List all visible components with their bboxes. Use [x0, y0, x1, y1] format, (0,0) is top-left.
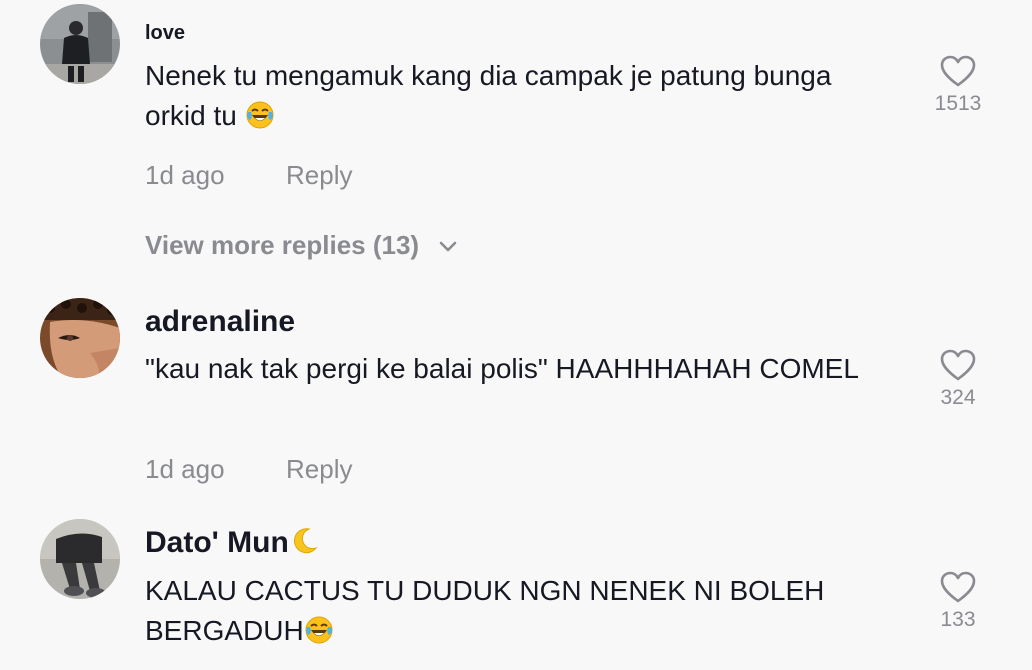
comment-text-body: KALAU CACTUS TU DUDUK NGN NENEK NI BOLEH… — [145, 575, 825, 646]
username[interactable]: Dato' Mun — [145, 526, 319, 560]
comment-feed: love Nenek tu mengamuk kang dia campak j… — [0, 0, 1032, 670]
avatar[interactable] — [40, 519, 120, 599]
comment-item: Dato' Mun KALAU CACTUS TU DUDUK NGN NENE… — [0, 0, 1032, 670]
comment-text: KALAU CACTUS TU DUDUK NGN NENEK NI BOLEH… — [145, 571, 865, 651]
heart-icon — [940, 571, 976, 603]
crescent-moon-icon — [289, 526, 319, 556]
tears-of-joy-emoji-icon — [304, 615, 334, 645]
username-text: Dato' Mun — [145, 526, 289, 559]
like-button[interactable]: 133 — [920, 570, 996, 632]
like-count: 133 — [940, 608, 976, 631]
